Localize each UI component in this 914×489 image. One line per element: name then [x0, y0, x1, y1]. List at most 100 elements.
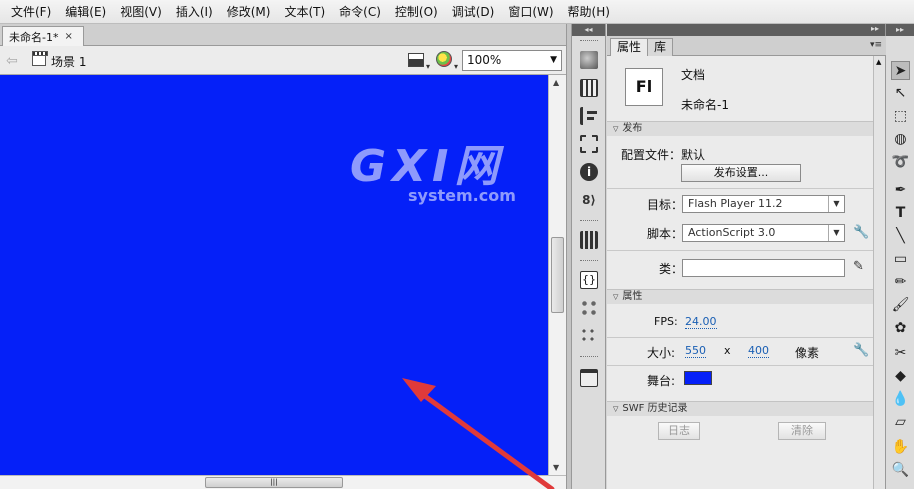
target-select[interactable]: Flash Player 11.2 ▼: [682, 195, 845, 213]
menu-debug[interactable]: 调试(D): [445, 3, 502, 20]
fps-value[interactable]: 24.00: [685, 315, 717, 329]
wrench-icon[interactable]: 🔧: [853, 343, 869, 358]
menu-edit[interactable]: 编辑(E): [58, 3, 113, 20]
menu-insert[interactable]: 插入(I): [169, 3, 220, 20]
section-collapse-icon: ▽: [613, 405, 619, 413]
tab-library[interactable]: 库: [647, 38, 674, 56]
edit-symbols-icon[interactable]: [436, 51, 452, 67]
class-label: 类：: [659, 262, 684, 276]
info-panel-icon[interactable]: i: [580, 163, 598, 181]
project-panel-icon[interactable]: [580, 369, 598, 387]
script-label: 脚本：: [647, 227, 684, 241]
hand-tool-icon[interactable]: ✋: [891, 438, 910, 457]
rectangle-tool-icon[interactable]: ▭: [891, 250, 910, 269]
text-tool-icon[interactable]: T: [891, 204, 910, 223]
transform-panel-icon[interactable]: [580, 135, 598, 153]
dock-grip[interactable]: [580, 40, 598, 43]
tools-panel: ▸▸ ➤ ↖ ⬚ ◍ ➰ ✒ T ╲ ▭ ✏ 🖌 ✿ ✂ ◆ 💧 ▱ ✋ 🔍: [886, 24, 914, 489]
align-panel-icon[interactable]: [580, 107, 598, 125]
divider: [607, 365, 873, 366]
lasso-tool-icon[interactable]: ➰: [891, 153, 910, 172]
color-panel-icon[interactable]: [580, 51, 598, 69]
deco-tool-icon[interactable]: ✿: [891, 319, 910, 338]
section-properties-header[interactable]: ▽ 属性: [607, 289, 873, 304]
eyedropper-tool-icon[interactable]: 💧: [891, 390, 910, 409]
menu-window[interactable]: 窗口(W): [501, 3, 560, 20]
paint-bucket-tool-icon[interactable]: ◆: [891, 367, 910, 386]
section-swf-history-title: SWF 历史记录: [622, 403, 688, 414]
eraser-tool-icon[interactable]: ▱: [891, 413, 910, 432]
free-transform-tool-icon[interactable]: ⬚: [891, 107, 910, 126]
collapse-panel-icon[interactable]: ▸▸: [871, 24, 879, 33]
chevron-down-icon[interactable]: ▼: [828, 196, 844, 212]
section-properties-title: 属性: [622, 291, 643, 302]
dock-grip[interactable]: [580, 220, 598, 223]
brush-tool-icon[interactable]: 🖌: [891, 296, 910, 315]
3d-rotation-tool-icon[interactable]: ◍: [891, 130, 910, 149]
document-tab[interactable]: 未命名-1* ×: [2, 26, 84, 46]
dock-grip[interactable]: [580, 356, 598, 359]
menu-modify[interactable]: 修改(M): [220, 3, 278, 20]
chevron-down-icon: ▾: [454, 62, 459, 71]
watermark: GXI网 system.com: [350, 130, 516, 205]
menu-bar: 文件(F) 编辑(E) 视图(V) 插入(I) 修改(M) 文本(T) 命令(C…: [0, 0, 914, 24]
panel-scrollbar[interactable]: ▲: [873, 56, 885, 489]
publish-settings-button[interactable]: 发布设置...: [681, 164, 801, 182]
clear-button[interactable]: 清除: [778, 422, 826, 440]
pen-tool-icon[interactable]: ✒: [891, 181, 910, 200]
scroll-down-icon[interactable]: ▼: [553, 463, 559, 472]
fps-label: FPS:: [654, 315, 678, 328]
stage-color-swatch[interactable]: [684, 371, 712, 385]
zoom-select[interactable]: 100% ▼: [462, 50, 562, 71]
line-tool-icon[interactable]: ╲: [891, 227, 910, 246]
collapse-dock-icon[interactable]: ◂◂: [572, 24, 605, 36]
chevron-down-icon[interactable]: ▼: [828, 225, 844, 241]
zoom-value: 100%: [467, 53, 502, 67]
components-panel-icon[interactable]: [580, 299, 598, 317]
wrench-icon[interactable]: 🔧: [853, 225, 869, 240]
divider: [607, 337, 873, 338]
bone-tool-icon[interactable]: ✂: [891, 344, 910, 363]
section-publish-header[interactable]: ▽ 发布: [607, 121, 873, 136]
scroll-up-icon[interactable]: ▲: [876, 58, 881, 66]
dock-grip[interactable]: [580, 260, 598, 263]
chevron-down-icon[interactable]: ▼: [550, 51, 557, 70]
script-select[interactable]: ActionScript 3.0 ▼: [682, 224, 845, 242]
vertical-scroll-thumb[interactable]: [551, 237, 564, 313]
actions-panel-icon[interactable]: {}: [580, 271, 598, 289]
menu-control[interactable]: 控制(O): [388, 3, 445, 20]
width-value[interactable]: 550: [685, 344, 706, 358]
swatches-panel-icon[interactable]: [580, 79, 598, 97]
flash-ide-window: 文件(F) 编辑(E) 视图(V) 插入(I) 修改(M) 文本(T) 命令(C…: [0, 0, 914, 489]
library-panel-icon[interactable]: [580, 231, 598, 249]
pencil-icon[interactable]: ✎: [853, 259, 864, 274]
selection-tool-icon[interactable]: ➤: [891, 61, 910, 80]
horizontal-scrollbar[interactable]: |||: [0, 475, 566, 489]
zoom-tool-icon[interactable]: 🔍: [891, 461, 910, 480]
vertical-scrollbar[interactable]: ▲ ▼: [548, 75, 566, 475]
subselection-tool-icon[interactable]: ↖: [891, 84, 910, 103]
height-value[interactable]: 400: [748, 344, 769, 358]
section-swf-history-header[interactable]: ▽ SWF 历史记录: [607, 401, 873, 416]
scroll-up-icon[interactable]: ▲: [553, 78, 559, 87]
expand-tools-icon[interactable]: ▸▸: [886, 24, 914, 36]
motion-presets-icon[interactable]: [580, 327, 598, 345]
pencil-tool-icon[interactable]: ✏: [891, 273, 910, 292]
panel-menu-icon[interactable]: ▾≡: [870, 40, 882, 50]
menu-text[interactable]: 文本(T): [277, 3, 332, 20]
history-panel-icon[interactable]: 8⟩: [580, 191, 598, 209]
section-collapse-icon: ▽: [613, 125, 619, 133]
menu-commands[interactable]: 命令(C): [332, 3, 388, 20]
scene-label[interactable]: 场景 1: [51, 53, 86, 70]
menu-view[interactable]: 视图(V): [113, 3, 169, 20]
menu-help[interactable]: 帮助(H): [561, 3, 617, 20]
log-button[interactable]: 日志: [658, 422, 700, 440]
class-input[interactable]: [682, 259, 845, 277]
horizontal-scroll-thumb[interactable]: |||: [205, 477, 343, 488]
close-icon[interactable]: ×: [64, 31, 72, 42]
back-arrow-icon[interactable]: ⇦: [6, 53, 18, 69]
edit-scene-icon[interactable]: [408, 53, 424, 67]
panel-tab-strip: 属性 库 ▾≡: [607, 36, 886, 56]
tab-properties[interactable]: 属性: [610, 38, 649, 56]
menu-file[interactable]: 文件(F): [4, 3, 58, 20]
